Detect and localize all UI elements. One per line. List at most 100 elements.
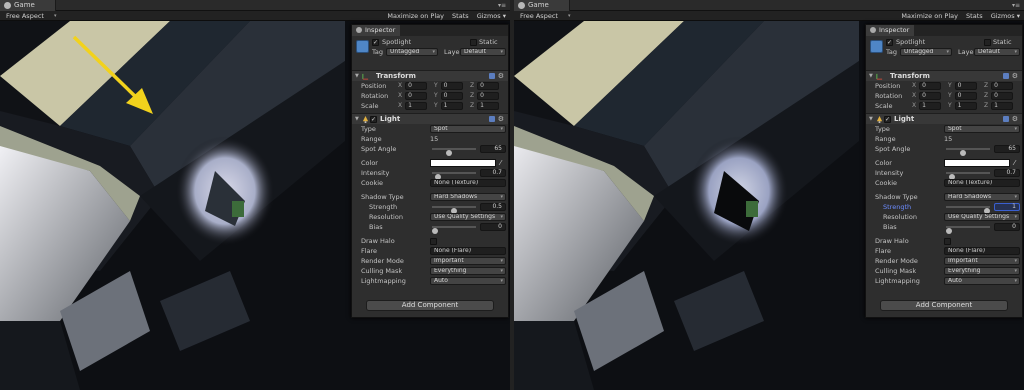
scale-y-field[interactable]: Y1 [434, 101, 463, 111]
position-y-field[interactable]: Y0 [948, 81, 977, 91]
bias-slider[interactable] [946, 226, 990, 234]
tab-game[interactable]: Game [514, 0, 570, 11]
scale-x-field[interactable]: X1 [398, 101, 428, 111]
strength-value[interactable]: 0.5 [480, 203, 506, 211]
help-book-icon[interactable] [489, 73, 495, 79]
position-y-field[interactable]: Y0 [434, 81, 463, 91]
maximize-on-play-button[interactable]: Maximize on Play [901, 12, 958, 20]
scale-y-field[interactable]: Y1 [948, 101, 977, 111]
culling-mask-dropdown[interactable]: Everything [430, 267, 506, 275]
slider-thumb[interactable] [432, 228, 438, 234]
object-name-field[interactable]: Spotlight [382, 37, 411, 47]
intensity-slider[interactable] [946, 172, 990, 180]
render-mode-dropdown[interactable]: Important [944, 257, 1020, 265]
type-dropdown[interactable]: Spot [430, 125, 506, 133]
resolution-dropdown[interactable]: Use Quality Settings [944, 213, 1020, 221]
rotation-y-field[interactable]: Y0 [434, 91, 463, 101]
rotation-x-field[interactable]: X0 [912, 91, 942, 101]
rotation-x-field[interactable]: X0 [398, 91, 428, 101]
eyedropper-icon[interactable]: ⁄ [1014, 158, 1015, 168]
tab-menu-icon[interactable]: ▾≡ [1012, 0, 1020, 11]
color-swatch[interactable] [944, 159, 1010, 167]
layer-dropdown[interactable]: Default [460, 48, 506, 56]
intensity-slider[interactable] [432, 172, 476, 180]
range-value[interactable]: 15 [944, 134, 952, 144]
position-z-field[interactable]: Z0 [984, 81, 1014, 91]
spot-angle-slider[interactable] [432, 148, 476, 156]
add-component-button[interactable]: Add Component [366, 300, 494, 311]
scale-z-field[interactable]: Z1 [984, 101, 1014, 111]
light-enabled-checkbox[interactable]: ✓ [370, 116, 377, 123]
transform-header[interactable]: ▼ Transform ⚙ [352, 70, 508, 81]
intensity-value[interactable]: 0.7 [480, 169, 506, 177]
bias-slider[interactable] [432, 226, 476, 234]
light-header[interactable]: ▼ ✓ Light ⚙ [866, 113, 1022, 124]
draw-halo-checkbox[interactable] [430, 238, 437, 245]
active-checkbox[interactable]: ✓ [886, 39, 893, 46]
spot-angle-value[interactable]: 65 [480, 145, 506, 153]
culling-mask-dropdown[interactable]: Everything [944, 267, 1020, 275]
stats-button[interactable]: Stats [452, 12, 469, 20]
game-view-left: Game ▾≡ Free Aspect ▾ Maximize on Play S… [0, 0, 510, 390]
tab-inspector[interactable]: Inspector [866, 25, 914, 36]
object-name-field[interactable]: Spotlight [896, 37, 925, 47]
help-book-icon[interactable] [1003, 73, 1009, 79]
layer-dropdown[interactable]: Default [974, 48, 1020, 56]
active-checkbox[interactable]: ✓ [372, 39, 379, 46]
light-enabled-checkbox[interactable]: ✓ [884, 116, 891, 123]
position-z-field[interactable]: Z0 [470, 81, 500, 91]
aspect-dropdown[interactable]: Free Aspect [6, 11, 44, 21]
scale-x-field[interactable]: X1 [912, 101, 942, 111]
intensity-value[interactable]: 0.7 [994, 169, 1020, 177]
strength-value[interactable]: 1 [994, 203, 1020, 211]
stats-button[interactable]: Stats [966, 12, 983, 20]
scale-z-field[interactable]: Z1 [470, 101, 500, 111]
slider-thumb[interactable] [446, 150, 453, 156]
static-checkbox[interactable] [984, 39, 991, 46]
type-dropdown[interactable]: Spot [944, 125, 1020, 133]
cookie-field[interactable]: None (Texture) [944, 179, 1020, 187]
tab-menu-icon[interactable]: ▾≡ [498, 0, 506, 11]
help-book-icon[interactable] [489, 116, 495, 122]
tab-inspector[interactable]: Inspector [352, 25, 400, 36]
shadow-type-dropdown[interactable]: Hard Shadows [944, 193, 1020, 201]
bias-value[interactable]: 0 [994, 223, 1020, 231]
eyedropper-icon[interactable]: ⁄ [500, 158, 501, 168]
rotation-z-field[interactable]: Z0 [470, 91, 500, 101]
light-header[interactable]: ▼ ✓ Light ⚙ [352, 113, 508, 124]
range-value[interactable]: 15 [430, 134, 438, 144]
cookie-field[interactable]: None (Texture) [430, 179, 506, 187]
maximize-on-play-button[interactable]: Maximize on Play [387, 12, 444, 20]
position-x-field[interactable]: X0 [912, 81, 942, 91]
gizmos-button[interactable]: Gizmos ▾ [991, 12, 1020, 20]
lightmapping-dropdown[interactable]: Auto [430, 277, 506, 285]
resolution-dropdown[interactable]: Use Quality Settings [430, 213, 506, 221]
tab-game[interactable]: Game [0, 0, 56, 11]
draw-halo-checkbox[interactable] [944, 238, 951, 245]
transform-header[interactable]: ▼ Transform ⚙ [866, 70, 1022, 81]
rotation-z-field[interactable]: Z0 [984, 91, 1014, 101]
slider-thumb[interactable] [960, 150, 967, 156]
help-book-icon[interactable] [1003, 116, 1009, 122]
shadow-type-dropdown[interactable]: Hard Shadows [430, 193, 506, 201]
lightmapping-dropdown[interactable]: Auto [944, 277, 1020, 285]
gizmos-button[interactable]: Gizmos ▾ [477, 12, 506, 20]
strength-slider[interactable] [946, 206, 990, 214]
render-mode-dropdown[interactable]: Important [430, 257, 506, 265]
rotation-y-field[interactable]: Y0 [948, 91, 977, 101]
bias-value[interactable]: 0 [480, 223, 506, 231]
spot-angle-value[interactable]: 65 [994, 145, 1020, 153]
spot-angle-slider[interactable] [946, 148, 990, 156]
static-checkbox[interactable] [470, 39, 477, 46]
flare-field[interactable]: None (Flare) [430, 247, 506, 255]
bias-label: Bias [369, 223, 383, 231]
slider-thumb[interactable] [946, 228, 952, 234]
tag-dropdown[interactable]: Untagged [900, 48, 952, 56]
color-swatch[interactable] [430, 159, 496, 167]
strength-slider[interactable] [432, 206, 476, 214]
add-component-button[interactable]: Add Component [880, 300, 1008, 311]
flare-field[interactable]: None (Flare) [944, 247, 1020, 255]
tag-dropdown[interactable]: Untagged [386, 48, 438, 56]
position-x-field[interactable]: X0 [398, 81, 428, 91]
aspect-dropdown[interactable]: Free Aspect [520, 11, 558, 21]
